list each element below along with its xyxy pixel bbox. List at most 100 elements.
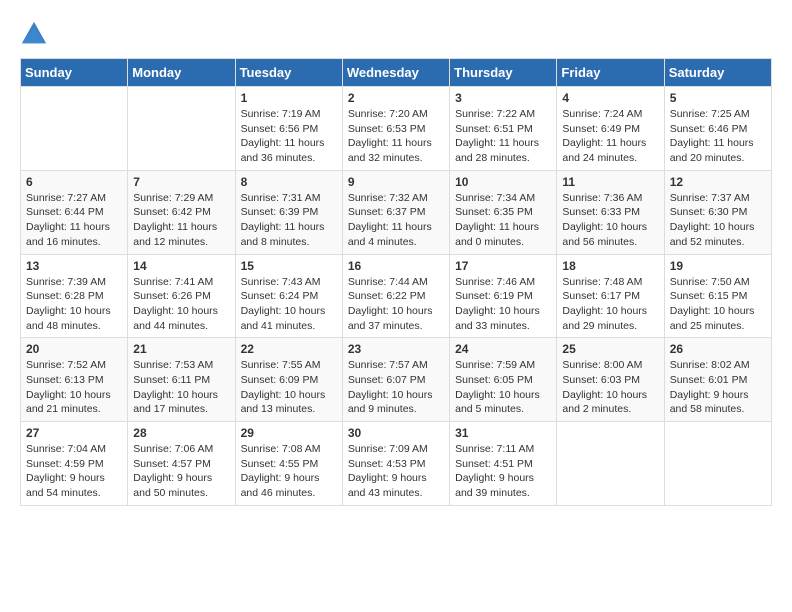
day-info: Sunrise: 7:43 AM Sunset: 6:24 PM Dayligh… <box>241 275 337 334</box>
calendar-cell: 28 Sunrise: 7:06 AM Sunset: 4:57 PM Dayli… <box>128 422 235 506</box>
calendar-cell: 17 Sunrise: 7:46 AM Sunset: 6:19 PM Dayli… <box>450 254 557 338</box>
day-info: Sunrise: 7:46 AM Sunset: 6:19 PM Dayligh… <box>455 275 551 334</box>
day-number: 7 <box>133 175 229 189</box>
day-number: 21 <box>133 342 229 356</box>
day-number: 31 <box>455 426 551 440</box>
calendar-table: SundayMondayTuesdayWednesdayThursdayFrid… <box>20 58 772 506</box>
day-number: 22 <box>241 342 337 356</box>
day-info: Sunrise: 7:41 AM Sunset: 6:26 PM Dayligh… <box>133 275 229 334</box>
day-number: 16 <box>348 259 444 273</box>
day-number: 5 <box>670 91 766 105</box>
day-info: Sunrise: 7:11 AM Sunset: 4:51 PM Dayligh… <box>455 442 551 501</box>
calendar-cell: 18 Sunrise: 7:48 AM Sunset: 6:17 PM Dayli… <box>557 254 664 338</box>
day-number: 24 <box>455 342 551 356</box>
day-info: Sunrise: 7:19 AM Sunset: 6:56 PM Dayligh… <box>241 107 337 166</box>
day-info: Sunrise: 7:57 AM Sunset: 6:07 PM Dayligh… <box>348 358 444 417</box>
day-info: Sunrise: 7:09 AM Sunset: 4:53 PM Dayligh… <box>348 442 444 501</box>
day-info: Sunrise: 7:27 AM Sunset: 6:44 PM Dayligh… <box>26 191 122 250</box>
logo-icon <box>20 20 48 48</box>
col-header-thursday: Thursday <box>450 59 557 87</box>
calendar-cell: 7Sunrise: 7:29 AM Sunset: 6:42 PM Daylig… <box>128 170 235 254</box>
calendar-cell: 6 Sunrise: 7:27 AM Sunset: 6:44 PM Daylig… <box>21 170 128 254</box>
day-number: 8 <box>241 175 337 189</box>
day-info: Sunrise: 7:37 AM Sunset: 6:30 PM Dayligh… <box>670 191 766 250</box>
col-header-friday: Friday <box>557 59 664 87</box>
calendar-cell: 22 Sunrise: 7:55 AM Sunset: 6:09 PM Dayli… <box>235 338 342 422</box>
day-info: Sunrise: 7:25 AM Sunset: 6:46 PM Dayligh… <box>670 107 766 166</box>
calendar-cell: 8 Sunrise: 7:31 AM Sunset: 6:39 PM Daylig… <box>235 170 342 254</box>
col-header-saturday: Saturday <box>664 59 771 87</box>
calendar-cell <box>664 422 771 506</box>
day-number: 13 <box>26 259 122 273</box>
day-number: 11 <box>562 175 658 189</box>
calendar-cell: 1 Sunrise: 7:19 AM Sunset: 6:56 PM Daylig… <box>235 87 342 171</box>
day-number: 1 <box>241 91 337 105</box>
day-info: Sunrise: 7:32 AM Sunset: 6:37 PM Dayligh… <box>348 191 444 250</box>
day-info: Sunrise: 7:55 AM Sunset: 6:09 PM Dayligh… <box>241 358 337 417</box>
day-number: 14 <box>133 259 229 273</box>
calendar-cell: 26Sunrise: 8:02 AM Sunset: 6:01 PM Dayli… <box>664 338 771 422</box>
day-info: Sunrise: 7:39 AM Sunset: 6:28 PM Dayligh… <box>26 275 122 334</box>
logo <box>20 20 52 48</box>
calendar-cell <box>557 422 664 506</box>
calendar-cell: 21 Sunrise: 7:53 AM Sunset: 6:11 PM Dayli… <box>128 338 235 422</box>
calendar-cell: 9 Sunrise: 7:32 AM Sunset: 6:37 PM Daylig… <box>342 170 449 254</box>
day-info: Sunrise: 7:06 AM Sunset: 4:57 PM Dayligh… <box>133 442 229 501</box>
day-number: 27 <box>26 426 122 440</box>
col-header-tuesday: Tuesday <box>235 59 342 87</box>
calendar-cell: 2 Sunrise: 7:20 AM Sunset: 6:53 PM Daylig… <box>342 87 449 171</box>
page-header <box>20 20 772 48</box>
day-info: Sunrise: 7:52 AM Sunset: 6:13 PM Dayligh… <box>26 358 122 417</box>
day-info: Sunrise: 7:22 AM Sunset: 6:51 PM Dayligh… <box>455 107 551 166</box>
calendar-cell: 23 Sunrise: 7:57 AM Sunset: 6:07 PM Dayli… <box>342 338 449 422</box>
day-number: 30 <box>348 426 444 440</box>
calendar-cell: 31 Sunrise: 7:11 AM Sunset: 4:51 PM Dayli… <box>450 422 557 506</box>
day-info: Sunrise: 7:08 AM Sunset: 4:55 PM Dayligh… <box>241 442 337 501</box>
day-info: Sunrise: 7:20 AM Sunset: 6:53 PM Dayligh… <box>348 107 444 166</box>
day-info: Sunrise: 7:36 AM Sunset: 6:33 PM Dayligh… <box>562 191 658 250</box>
day-number: 25 <box>562 342 658 356</box>
calendar-cell: 11 Sunrise: 7:36 AM Sunset: 6:33 PM Dayli… <box>557 170 664 254</box>
day-info: Sunrise: 7:31 AM Sunset: 6:39 PM Dayligh… <box>241 191 337 250</box>
calendar-cell: 4 Sunrise: 7:24 AM Sunset: 6:49 PM Daylig… <box>557 87 664 171</box>
calendar-cell: 5 Sunrise: 7:25 AM Sunset: 6:46 PM Daylig… <box>664 87 771 171</box>
calendar-cell: 3 Sunrise: 7:22 AM Sunset: 6:51 PM Daylig… <box>450 87 557 171</box>
calendar-cell: 12 Sunrise: 7:37 AM Sunset: 6:30 PM Dayli… <box>664 170 771 254</box>
day-number: 20 <box>26 342 122 356</box>
day-number: 3 <box>455 91 551 105</box>
day-info: Sunrise: 7:04 AM Sunset: 4:59 PM Dayligh… <box>26 442 122 501</box>
day-info: Sunrise: 7:34 AM Sunset: 6:35 PM Dayligh… <box>455 191 551 250</box>
day-number: 19 <box>670 259 766 273</box>
calendar-cell: 14 Sunrise: 7:41 AM Sunset: 6:26 PM Dayli… <box>128 254 235 338</box>
calendar-cell: 16 Sunrise: 7:44 AM Sunset: 6:22 PM Dayli… <box>342 254 449 338</box>
day-number: 4 <box>562 91 658 105</box>
day-number: 10 <box>455 175 551 189</box>
calendar-cell <box>128 87 235 171</box>
day-number: 23 <box>348 342 444 356</box>
day-info: Sunrise: 8:00 AM Sunset: 6:03 PM Dayligh… <box>562 358 658 417</box>
day-info: Sunrise: 7:48 AM Sunset: 6:17 PM Dayligh… <box>562 275 658 334</box>
col-header-sunday: Sunday <box>21 59 128 87</box>
calendar-cell: 13 Sunrise: 7:39 AM Sunset: 6:28 PM Dayli… <box>21 254 128 338</box>
calendar-cell <box>21 87 128 171</box>
day-number: 9 <box>348 175 444 189</box>
calendar-cell: 25 Sunrise: 8:00 AM Sunset: 6:03 PM Dayli… <box>557 338 664 422</box>
calendar-cell: 27 Sunrise: 7:04 AM Sunset: 4:59 PM Dayli… <box>21 422 128 506</box>
day-number: 2 <box>348 91 444 105</box>
col-header-monday: Monday <box>128 59 235 87</box>
day-number: 29 <box>241 426 337 440</box>
day-number: 15 <box>241 259 337 273</box>
day-number: 12 <box>670 175 766 189</box>
day-info: Sunrise: 8:02 AM Sunset: 6:01 PM Dayligh… <box>670 358 766 417</box>
calendar-cell: 29 Sunrise: 7:08 AM Sunset: 4:55 PM Dayli… <box>235 422 342 506</box>
day-info: Sunrise: 7:53 AM Sunset: 6:11 PM Dayligh… <box>133 358 229 417</box>
day-number: 17 <box>455 259 551 273</box>
day-number: 6 <box>26 175 122 189</box>
day-info: Sunrise: 7:24 AM Sunset: 6:49 PM Dayligh… <box>562 107 658 166</box>
calendar-cell: 19Sunrise: 7:50 AM Sunset: 6:15 PM Dayli… <box>664 254 771 338</box>
day-info: Sunrise: 7:44 AM Sunset: 6:22 PM Dayligh… <box>348 275 444 334</box>
day-info: Sunrise: 7:59 AM Sunset: 6:05 PM Dayligh… <box>455 358 551 417</box>
day-number: 28 <box>133 426 229 440</box>
col-header-wednesday: Wednesday <box>342 59 449 87</box>
day-number: 18 <box>562 259 658 273</box>
